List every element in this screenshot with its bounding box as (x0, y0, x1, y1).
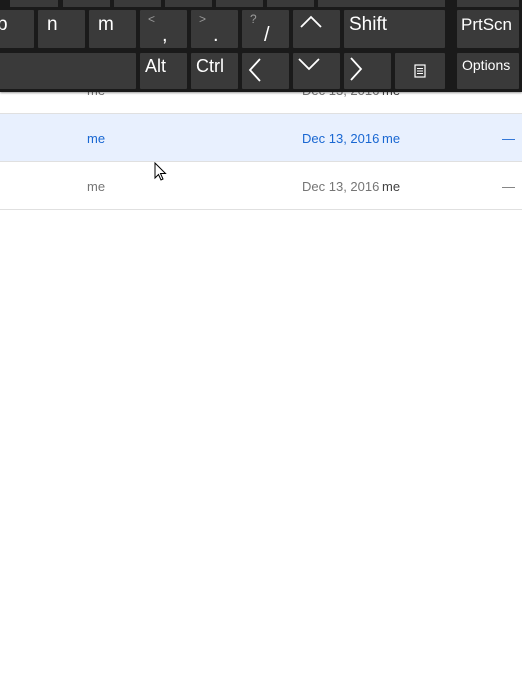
key-arrow-down[interactable] (293, 53, 340, 89)
key-sublabel: < (148, 12, 156, 26)
key-slash[interactable]: ? / (242, 10, 289, 48)
key-stub[interactable] (267, 0, 314, 7)
key-menu[interactable] (395, 53, 445, 89)
key-ctrl[interactable]: Ctrl (191, 53, 238, 89)
key-n[interactable]: n (38, 10, 85, 48)
key-arrow-right[interactable] (344, 53, 391, 89)
size-cell: — (502, 131, 515, 146)
modified-by-cell: me (382, 131, 401, 146)
file-row[interactable]: me Dec 13, 2016 me — (0, 162, 522, 210)
key-label: Alt (145, 56, 167, 76)
key-space[interactable] (0, 53, 136, 89)
key-sublabel: ? (250, 12, 257, 26)
owner-cell: me (87, 131, 106, 146)
size-cell: — (502, 179, 515, 194)
key-label: n (47, 14, 58, 35)
arrow-left-icon (248, 58, 261, 82)
key-label: Options (462, 57, 511, 73)
key-label: . (213, 24, 219, 46)
key-label: Shift (349, 14, 388, 35)
key-options[interactable]: Options (457, 53, 519, 89)
key-shift[interactable]: Shift (344, 10, 445, 48)
arrow-up-icon (300, 15, 322, 28)
key-sublabel: > (199, 12, 207, 26)
key-m[interactable]: m (89, 10, 136, 48)
key-label: m (98, 14, 114, 35)
key-arrow-left[interactable] (242, 53, 289, 89)
key-alt[interactable]: Alt (140, 53, 187, 89)
key-stub[interactable] (114, 0, 161, 7)
key-stub[interactable] (165, 0, 212, 7)
modified-by-cell: me (382, 179, 401, 194)
date-cell: Dec 13, 2016 (302, 179, 380, 194)
on-screen-keyboard: b n m < , > . ? / Shift PrtScn Alt Ctrl (0, 0, 522, 92)
key-stub[interactable] (457, 0, 519, 7)
mouse-cursor-icon (154, 162, 167, 181)
key-stub[interactable] (216, 0, 263, 7)
arrow-down-icon (298, 58, 320, 71)
key-label: Ctrl (196, 56, 224, 76)
key-arrow-up[interactable] (293, 10, 340, 48)
key-period[interactable]: > . (191, 10, 238, 48)
key-b[interactable]: b (0, 10, 34, 48)
key-label: , (162, 24, 168, 46)
file-row-selected[interactable]: me Dec 13, 2016 me — (0, 114, 522, 162)
key-label: / (264, 24, 270, 46)
key-stub[interactable] (10, 0, 58, 7)
key-stub[interactable] (63, 0, 110, 7)
key-comma[interactable]: < , (140, 10, 187, 48)
key-stub[interactable] (318, 0, 445, 7)
key-prtscn[interactable]: PrtScn (457, 10, 519, 48)
owner-cell: me (87, 179, 106, 194)
key-label: b (0, 14, 8, 35)
key-label: PrtScn (461, 15, 513, 34)
arrow-right-icon (350, 57, 363, 81)
date-cell: Dec 13, 2016 (302, 131, 380, 146)
menu-icon (414, 64, 426, 78)
